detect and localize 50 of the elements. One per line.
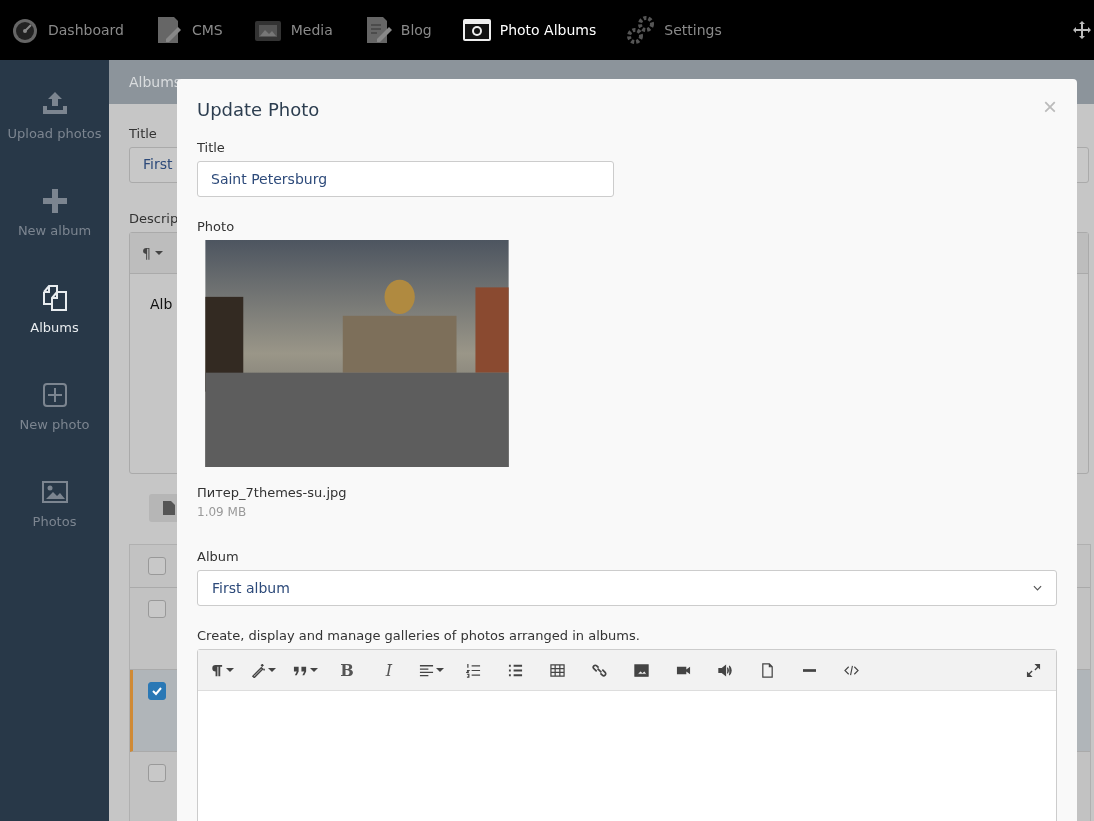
field-label: Descrip xyxy=(129,211,179,226)
sidebar-item[interactable]: New photo xyxy=(0,381,109,478)
table-icon xyxy=(549,662,565,678)
chevron-down-icon xyxy=(1033,585,1042,592)
checkbox[interactable] xyxy=(148,682,166,700)
plus-icon xyxy=(40,187,69,215)
sidebar-item[interactable]: New album xyxy=(0,187,109,284)
check-icon xyxy=(151,685,163,697)
sidebar-item[interactable]: Upload photos xyxy=(0,90,109,187)
editor-text: Alb xyxy=(150,296,173,312)
paragraph-button[interactable]: ¶ xyxy=(142,245,163,261)
field-label: Title xyxy=(197,139,225,155)
link-icon xyxy=(591,662,607,678)
field-label: Photo xyxy=(197,218,235,234)
file-name: Питер_7themes-su.jpg xyxy=(197,485,347,501)
nav-item[interactable]: Dashboard xyxy=(10,15,124,45)
nav-item[interactable]: CMS xyxy=(153,15,223,45)
checkbox[interactable] xyxy=(148,600,166,618)
dialog-title: Update Photo xyxy=(197,98,320,120)
description-editor[interactable]: B I xyxy=(197,649,1057,821)
nav-item[interactable]: Media xyxy=(252,15,333,45)
bold-button[interactable]: B xyxy=(330,655,364,686)
italic-button[interactable]: I xyxy=(372,655,406,686)
sidebar-item[interactable]: Albums xyxy=(0,284,109,381)
file-icon xyxy=(163,501,175,515)
move-icon[interactable] xyxy=(1072,20,1092,40)
picture-icon xyxy=(40,478,69,506)
fullscreen-icon xyxy=(1025,662,1041,678)
magic-icon xyxy=(250,662,266,678)
hr-icon xyxy=(802,668,816,672)
file-size: 1.09 MB xyxy=(197,505,247,520)
copy-icon xyxy=(40,284,69,312)
file-icon xyxy=(759,662,775,678)
align-icon xyxy=(418,662,434,678)
picture-icon xyxy=(633,662,649,678)
nav-item[interactable]: Blog xyxy=(362,15,432,45)
audio-icon xyxy=(717,662,733,678)
checkbox[interactable] xyxy=(148,557,166,575)
ul-icon xyxy=(507,662,523,678)
title-input[interactable]: Saint Petersburg xyxy=(197,160,614,197)
plus-square-icon xyxy=(40,381,69,409)
ol-icon xyxy=(465,662,481,678)
field-label: Create, display and manage galleries of photos arranged in albums. xyxy=(197,628,640,644)
album-select[interactable]: First album xyxy=(197,570,1057,607)
nav-item[interactable]: Photo Albums xyxy=(461,15,597,45)
field-label: Album xyxy=(197,549,239,565)
nav-item[interactable]: Settings xyxy=(626,15,722,45)
checkbox[interactable] xyxy=(148,764,166,782)
sidebar-item[interactable]: Photos xyxy=(0,478,109,575)
field-label: Title xyxy=(129,126,157,141)
